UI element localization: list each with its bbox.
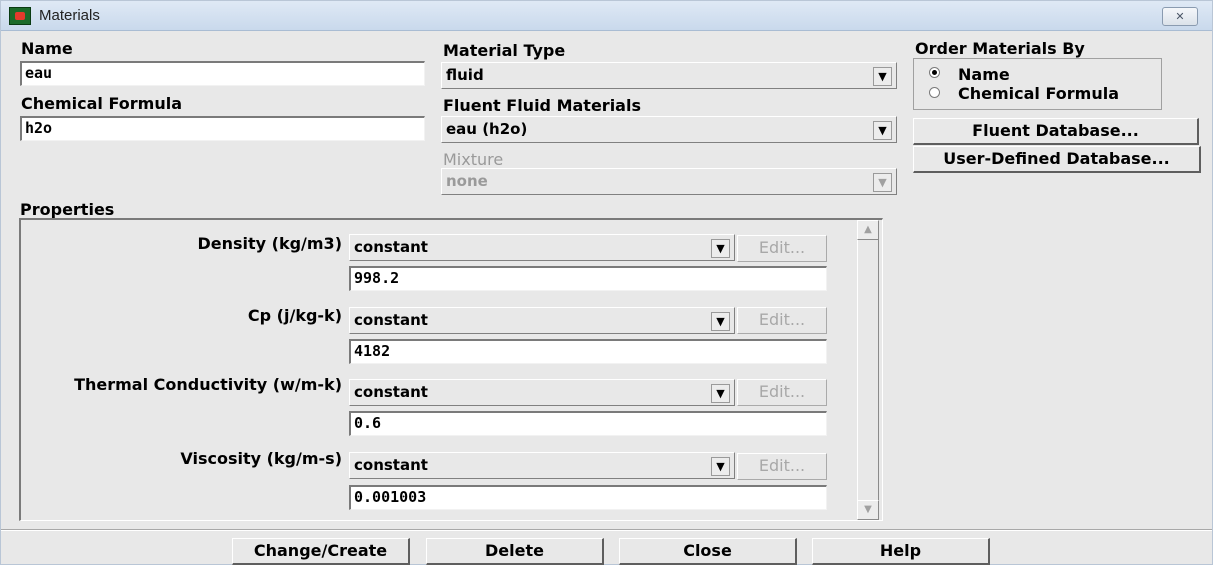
density-label: Density (kg/m3) <box>197 234 342 253</box>
window-title: Materials <box>39 7 100 24</box>
mixture-label: Mixture <box>443 150 504 169</box>
order-materials-by-label: Order Materials By <box>915 39 1085 58</box>
fluent-database-button[interactable]: Fluent Database... <box>913 118 1199 145</box>
cp-value-field[interactable]: 4182 <box>349 339 827 364</box>
help-button[interactable]: Help <box>812 538 990 565</box>
delete-button[interactable]: Delete <box>426 538 604 565</box>
chevron-down-icon: ▼ <box>873 67 892 86</box>
viscosity-method-dropdown[interactable]: constant ▼ <box>349 452 735 479</box>
title-bar[interactable]: Materials ✕ <box>1 1 1212 31</box>
fluent-fluid-materials-label: Fluent Fluid Materials <box>443 96 641 115</box>
thermal-conductivity-method-value: constant <box>354 383 428 401</box>
chemical-formula-field[interactable]: h2o <box>20 116 425 141</box>
user-defined-database-button[interactable]: User-Defined Database... <box>913 146 1201 173</box>
density-method-value: constant <box>354 238 428 256</box>
chevron-down-icon: ▼ <box>873 121 892 140</box>
order-by-formula-radio[interactable] <box>929 87 940 98</box>
cp-method-value: constant <box>354 311 428 329</box>
cp-edit-button: Edit... <box>737 307 827 334</box>
bottom-separator <box>1 529 1212 531</box>
thermal-conductivity-value-field[interactable]: 0.6 <box>349 411 827 436</box>
chemical-formula-label: Chemical Formula <box>21 94 182 113</box>
scrollbar-track[interactable] <box>857 240 879 500</box>
chevron-down-icon: ▼ <box>873 173 892 192</box>
fluent-fluid-materials-value: eau (h2o) <box>446 120 528 138</box>
thermal-conductivity-edit-button: Edit... <box>737 379 827 406</box>
order-by-name-label[interactable]: Name <box>958 65 1010 84</box>
properties-scrollbar[interactable]: ▲ ▼ <box>857 220 879 520</box>
viscosity-method-value: constant <box>354 456 428 474</box>
chevron-down-icon: ▼ <box>711 384 730 403</box>
mixture-value: none <box>446 172 488 190</box>
viscosity-edit-button: Edit... <box>737 453 827 480</box>
material-type-dropdown[interactable]: fluid ▼ <box>441 62 897 89</box>
material-type-label: Material Type <box>443 41 566 60</box>
close-window-button[interactable]: ✕ <box>1162 7 1198 26</box>
name-field[interactable]: eau <box>20 61 425 86</box>
order-by-formula-label[interactable]: Chemical Formula <box>958 84 1119 103</box>
chevron-down-icon: ▼ <box>711 457 730 476</box>
thermal-conductivity-method-dropdown[interactable]: constant ▼ <box>349 379 735 406</box>
chevron-down-icon: ▼ <box>711 312 730 331</box>
change-create-button[interactable]: Change/Create <box>232 538 410 565</box>
name-label: Name <box>21 39 73 58</box>
fluent-fluid-materials-dropdown[interactable]: eau (h2o) ▼ <box>441 116 897 143</box>
scroll-up-arrow-icon[interactable]: ▲ <box>857 220 879 240</box>
cp-label: Cp (j/kg-k) <box>247 306 342 325</box>
scroll-down-arrow-icon[interactable]: ▼ <box>857 500 879 520</box>
order-materials-by-group: Name Chemical Formula <box>913 58 1162 110</box>
thermal-conductivity-label: Thermal Conductivity (w/m-k) <box>74 375 342 394</box>
properties-label: Properties <box>20 200 115 219</box>
cp-method-dropdown[interactable]: constant ▼ <box>349 307 735 334</box>
viscosity-value-field[interactable]: 0.001003 <box>349 485 827 510</box>
density-edit-button: Edit... <box>737 235 827 262</box>
viscosity-label: Viscosity (kg/m-s) <box>180 449 342 468</box>
density-method-dropdown[interactable]: constant ▼ <box>349 234 735 261</box>
mixture-dropdown: none ▼ <box>441 168 897 195</box>
density-value-field[interactable]: 998.2 <box>349 266 827 291</box>
close-button[interactable]: Close <box>619 538 797 565</box>
fluent-app-icon <box>9 7 31 25</box>
materials-window: Materials ✕ Name eau Chemical Formula h2… <box>0 0 1213 565</box>
material-type-value: fluid <box>446 66 484 84</box>
chevron-down-icon: ▼ <box>711 239 730 258</box>
order-by-name-radio[interactable] <box>929 67 940 78</box>
